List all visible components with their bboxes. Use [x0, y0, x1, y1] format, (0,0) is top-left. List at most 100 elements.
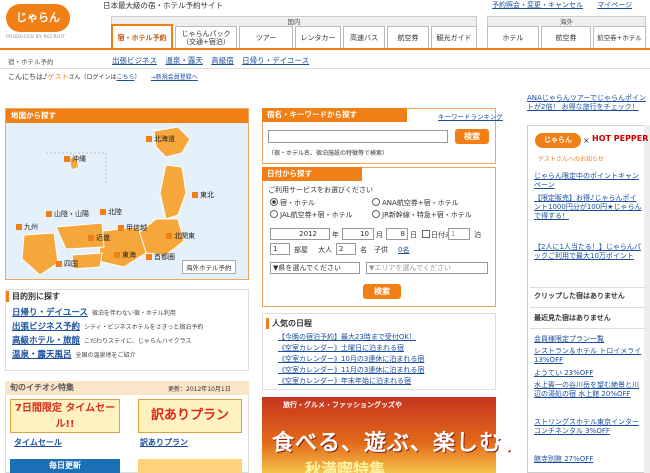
day-unit: 日: [410, 231, 417, 239]
timesale-link[interactable]: タイムセール: [14, 437, 62, 448]
wakeari-banner[interactable]: 訳ありプラン: [138, 399, 242, 433]
greeting-suffix: さん（ログインは: [68, 74, 117, 81]
greeting-name: ゲスト: [47, 73, 69, 81]
campaign-link[interactable]: 【2人に1人当たる！】じゃらんパックご利用で最大10万ポイント: [534, 243, 642, 261]
rooms-select[interactable]: 1: [270, 243, 290, 255]
map-label-kinki[interactable]: 近畿: [88, 233, 110, 243]
map-label-okinawa[interactable]: 沖縄: [64, 154, 86, 164]
radio-ana[interactable]: ANA航空券+宿・ホテル: [372, 198, 459, 208]
scrollbar[interactable]: [644, 125, 650, 473]
member-plans-heading[interactable]: 会員様限定プラン一覧: [534, 335, 642, 344]
adults-unit: 名: [360, 246, 367, 254]
keyword-note: （宿・ホテル名、宿泊施設の特徴等で検索）: [268, 150, 389, 157]
popular-date-link[interactable]: 《空室カレンダー》年末年始に泊まれる宿: [278, 376, 411, 386]
map-label-sanin-sanyo[interactable]: 山陰・山陽: [46, 209, 89, 219]
reservation-link[interactable]: 予約照会・変更・キャンセル: [492, 1, 583, 9]
tab-overseas-flight[interactable]: 航空券: [541, 26, 591, 48]
tab-guide[interactable]: 観光ガイド: [431, 26, 477, 48]
daily-update-banner[interactable]: 毎日更新: [10, 459, 120, 473]
area-select[interactable]: ▼エリアを選んでください: [366, 262, 488, 274]
member-plan-link[interactable]: レストラン＆ホテル トロイメライ 13%OFF: [534, 347, 642, 365]
adults-label: 大人: [318, 246, 332, 254]
radio-hotel[interactable]: 宿・ホテル: [270, 198, 315, 208]
purpose-link-onsen[interactable]: 温泉・露天風呂: [12, 350, 72, 360]
tab-jalan-pack[interactable]: じゃらんパック（交通+宿泊）: [175, 26, 237, 48]
keyword-search-button[interactable]: 検索: [455, 129, 489, 144]
campaign-heading[interactable]: じゃらん限定中のポイントキャンペーン: [534, 172, 642, 190]
tab-overseas-flight-hotel[interactable]: 航空券+ホテル: [593, 26, 646, 48]
sub-navigation: [0, 50, 650, 69]
nights-select[interactable]: 1: [448, 228, 470, 240]
tab-bus[interactable]: 高速バス: [343, 26, 385, 48]
rooms-unit: 部屋: [294, 246, 308, 254]
ana-tour-link[interactable]: ANAじゃらんツアーでじゃらんポイントが2倍！ お得な旅行をチェック！: [527, 94, 647, 112]
keyword-ranking-link[interactable]: キーワードランキング: [438, 111, 503, 121]
greeting-prefix: こんにちは♪: [8, 73, 48, 81]
tab-flight[interactable]: 航空券: [387, 26, 429, 48]
subnav-onsen[interactable]: 温泉・露天: [165, 56, 203, 65]
subnav-luxury[interactable]: 高級宿: [211, 56, 234, 65]
tab-overseas-hotel[interactable]: ホテル: [487, 26, 539, 48]
children-label: 子供: [374, 246, 388, 254]
map-tohoku: [159, 164, 187, 220]
tab-rentacar[interactable]: レンタカー: [295, 26, 341, 48]
map-kyushu: [21, 232, 59, 276]
purpose-desc: シティ・ビジネスホテルをさきっと宿泊予約: [84, 324, 204, 331]
popular-date-link[interactable]: 《空室カレンダー》10月の3連休に泊まれる宿: [278, 354, 424, 364]
popular-date-link[interactable]: 《空室カレンダー》11月の3連休に泊まれる宿: [278, 365, 424, 375]
overseas-hotel-button[interactable]: 海外ホテル予約: [182, 260, 236, 274]
tab-hotel[interactable]: 宿・ホテル予約: [111, 24, 173, 49]
map-label-shutoken[interactable]: 首都圏: [146, 252, 175, 262]
map-label-koshinetsu[interactable]: 甲信越: [118, 223, 147, 233]
jalan-small-logo: じゃらん: [535, 133, 581, 148]
purpose-link-dayuse[interactable]: 日帰り・デイユース: [12, 308, 88, 318]
purpose-desc: 宿泊を伴わない宿・ホテル利用: [91, 310, 176, 317]
purpose-desc: こだわりステイに、じゃらんハイクラス: [84, 338, 192, 345]
map-label-kyushu[interactable]: 九州: [16, 222, 38, 232]
subnav-dayuse[interactable]: 日帰り・デイユース: [242, 56, 309, 65]
children-link[interactable]: 0名: [398, 245, 409, 255]
nights-unit: 泊: [474, 231, 481, 239]
day-select[interactable]: 8: [386, 228, 408, 240]
popular-date-link[interactable]: 【今晩の宿泊予約】最大23時まで受付OK！: [278, 332, 416, 342]
purpose-link-luxury[interactable]: 高級ホテル・旅館: [12, 336, 80, 346]
map-label-hokuriku[interactable]: 北陸: [100, 207, 122, 217]
prefecture-select[interactable]: ▼県を選んでください: [270, 262, 360, 274]
campaign-link[interactable]: 【限定販売】お得♪じゃらんポイント1000円分が100円★じゃらんで得する！: [534, 194, 642, 221]
map-label-tokai[interactable]: 東海: [114, 250, 136, 260]
promo-line-3: 秋満喫特集: [305, 460, 386, 473]
member-plan-link[interactable]: ストリングスホテル東京インターコンチネンタル 3%OFF: [534, 418, 642, 436]
feature-updated: 更新：2012年10月1日: [168, 386, 231, 393]
tab-tour[interactable]: ツアー: [239, 26, 293, 48]
purpose-link-business[interactable]: 出張ビジネス予約: [12, 322, 80, 332]
popular-date-link[interactable]: 《空室カレンダー》土曜日に泊まれる宿: [278, 343, 404, 353]
radio-jal[interactable]: JAL航空券+宿・ホテル: [270, 210, 353, 220]
mypage-link[interactable]: マイページ: [597, 1, 632, 9]
month-select[interactable]: 10: [342, 228, 374, 240]
promo-line-2: 食べる、遊ぶ、楽しむ、: [272, 431, 526, 456]
keyword-input[interactable]: [268, 130, 448, 143]
subnav-business[interactable]: 出張ビジネス: [112, 56, 157, 65]
hotpepper-logo: HOT PEPPER: [592, 134, 649, 143]
radio-jr[interactable]: JR新幹線・特急+宿・ホテル: [372, 210, 472, 220]
wakeari-link[interactable]: 訳ありプラン: [140, 437, 188, 448]
jalan-logo[interactable]: じゃらん PRODUCED BY RECRUIT: [5, 3, 95, 45]
member-plan-link[interactable]: 水上賓一の谷川岳を望む絶景と川辺の湯処の宿 水上館 20%OFF: [534, 381, 642, 399]
banner-4[interactable]: [138, 459, 242, 473]
overseas-group-label: 海外: [487, 16, 646, 26]
service-label: ご利用サービスをお選びください: [268, 186, 373, 194]
map-label-hokkaido[interactable]: 北海道: [146, 134, 175, 144]
purpose-row: 温泉・露天風呂 全国の温泉地をご紹介: [12, 348, 136, 360]
timesale-banner[interactable]: 7日間限定 タイムセール!!: [10, 399, 120, 433]
map-label-shikoku[interactable]: 四国: [56, 259, 78, 269]
map-label-kitakanto[interactable]: 北関東: [166, 231, 195, 241]
member-plan-link[interactable]: ようてい 23%OFF: [534, 369, 642, 378]
adults-select[interactable]: 2: [336, 243, 356, 255]
map-label-tohoku[interactable]: 東北: [192, 190, 214, 200]
date-search-button[interactable]: 検索: [363, 284, 401, 299]
login-link[interactable]: こちら: [116, 74, 134, 81]
register-link[interactable]: →新規会員登録へ: [151, 74, 198, 81]
year-select[interactable]: 2012: [270, 228, 330, 240]
divider: [530, 287, 646, 288]
member-plan-link[interactable]: 館寺別館 27%OFF: [534, 455, 642, 464]
